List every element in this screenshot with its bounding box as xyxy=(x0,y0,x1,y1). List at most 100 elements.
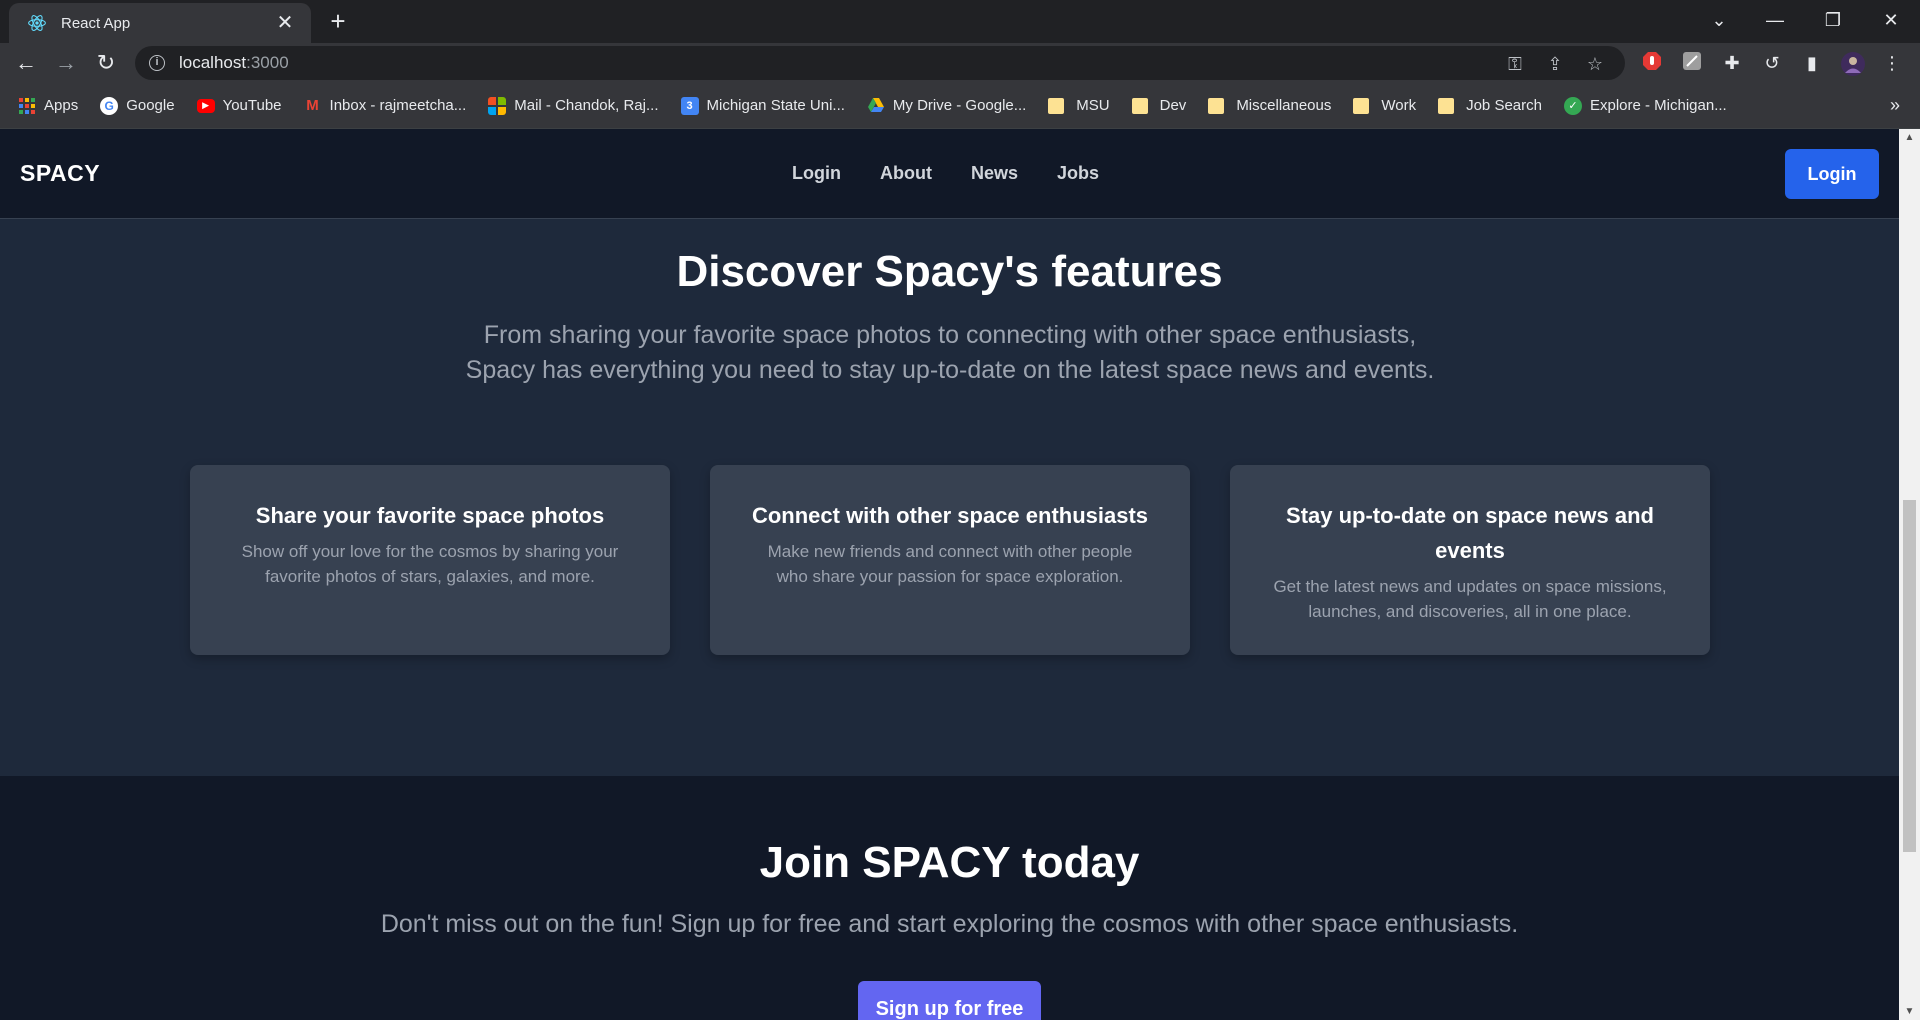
brand-logo[interactable]: SPACY xyxy=(20,160,100,187)
address-bar[interactable]: i localhost:3000 ⚿ ⇪ ☆ xyxy=(135,46,1625,80)
window-close-icon[interactable]: ✕ xyxy=(1864,0,1918,40)
slash-tile-icon xyxy=(1683,52,1701,70)
bookmark-gmail[interactable]: M Inbox - rajmeetcha... xyxy=(304,97,467,115)
bookmark-apps[interactable]: Apps xyxy=(18,97,78,115)
scroll-up-arrow-icon[interactable]: ▲ xyxy=(1899,129,1920,146)
bookmark-label: Miscellaneous xyxy=(1236,97,1332,114)
bookmark-label: MSU xyxy=(1076,97,1110,114)
bookmark-label: Mail - Chandok, Raj... xyxy=(514,97,659,114)
bookmark-youtube[interactable]: ▶ YouTube xyxy=(196,97,282,114)
bookmarks-overflow-icon[interactable]: » xyxy=(1890,95,1900,116)
bookmark-label: YouTube xyxy=(222,97,282,114)
feature-card-title: Share your favorite space photos xyxy=(255,503,605,528)
nav-link-jobs[interactable]: Jobs xyxy=(1057,163,1099,184)
tab-search-chevron-icon[interactable]: ⌄ xyxy=(1692,0,1746,40)
feature-card-text: Show off your love for the cosmos by sha… xyxy=(241,542,619,586)
avatar-icon xyxy=(1841,52,1865,76)
feature-card-title: Stay up-to-date on space news and events xyxy=(1286,503,1654,563)
scroll-down-arrow-icon[interactable]: ▼ xyxy=(1899,1003,1920,1020)
stop-hand-icon xyxy=(1643,52,1661,70)
url-port: :3000 xyxy=(246,53,289,72)
folder-icon xyxy=(1131,97,1148,114)
bookmark-label: Work xyxy=(1381,97,1417,114)
feature-card-text: Make new friends and connect with other … xyxy=(767,542,1133,586)
extension-tile-icon[interactable] xyxy=(1680,51,1704,75)
bookmark-label: Michigan State Uni... xyxy=(706,97,845,114)
bookmark-michigan-state[interactable]: 3 Michigan State Uni... xyxy=(680,96,845,115)
feature-card-news: Stay up-to-date on space news and events… xyxy=(1230,465,1710,655)
nav-links: Login About News Jobs xyxy=(792,163,1138,184)
gmail-icon: M xyxy=(306,97,319,114)
signup-button[interactable]: Sign up for free xyxy=(858,981,1041,1020)
drive-icon xyxy=(867,97,884,112)
browser-tab-bar: React App ✕ + ⌄ — ❐ ✕ xyxy=(0,0,1920,43)
feature-card-text: Get the latest news and updates on space… xyxy=(1273,577,1667,621)
feature-card-title: Connect with other space enthusiasts xyxy=(751,503,1149,528)
bookmark-folder-dev[interactable]: Dev xyxy=(1131,97,1186,114)
nav-link-news[interactable]: News xyxy=(971,163,1018,184)
features-subtitle-line: Spacy has everything you need to stay up… xyxy=(465,356,1435,384)
folder-icon xyxy=(1353,97,1370,114)
features-subtitle-line: From sharing your favorite space photos … xyxy=(483,321,1417,349)
bookmark-label: Inbox - rajmeetcha... xyxy=(329,97,467,114)
bookmark-google[interactable]: G Google xyxy=(100,96,175,115)
bookmark-folder-miscellaneous[interactable]: Miscellaneous xyxy=(1208,97,1331,114)
key-icon[interactable]: ⚿ xyxy=(1503,52,1527,76)
tab-title: React App xyxy=(61,14,131,32)
bookmark-outlook-mail[interactable]: Mail - Chandok, Raj... xyxy=(488,96,659,115)
site-navbar: SPACY Login About News Jobs Login xyxy=(0,129,1899,219)
nav-link-login[interactable]: Login xyxy=(792,163,841,184)
bookmark-label: My Drive - Google... xyxy=(892,97,1027,114)
folder-icon xyxy=(1048,97,1065,114)
profile-avatar[interactable] xyxy=(1840,51,1865,76)
browser-toolbar: ← → ↻ i localhost:3000 ⚿ ⇪ ☆ ✚ ↺ ▮ ⋮ xyxy=(0,43,1920,83)
bookmark-folder-job-search[interactable]: Job Search xyxy=(1438,97,1542,114)
bookmark-label: Explore - Michigan... xyxy=(1589,97,1727,114)
bookmark-label: Google xyxy=(126,97,175,114)
site-info-icon[interactable]: i xyxy=(149,55,165,71)
nav-link-about[interactable]: About xyxy=(880,163,932,184)
kebab-menu-icon[interactable]: ⋮ xyxy=(1880,51,1904,75)
folder-icon xyxy=(1438,97,1455,114)
page-viewport: SPACY Login About News Jobs Login Discov… xyxy=(0,129,1899,1020)
bookmark-folder-msu[interactable]: MSU xyxy=(1048,97,1110,114)
side-panel-icon[interactable]: ▮ xyxy=(1800,51,1824,75)
adblock-extension-icon[interactable] xyxy=(1640,51,1664,75)
google-icon: G xyxy=(100,96,119,115)
features-section: Discover Spacy's features From sharing y… xyxy=(0,219,1899,776)
minimize-icon[interactable]: — xyxy=(1748,0,1802,40)
login-button[interactable]: Login xyxy=(1785,149,1879,199)
youtube-icon: ▶ xyxy=(196,98,215,113)
url-host: localhost xyxy=(179,53,247,72)
puzzle-extensions-icon[interactable]: ✚ xyxy=(1720,51,1744,75)
join-section: Join SPACY today Don't miss out on the f… xyxy=(0,776,1899,1020)
features-title: Discover Spacy's features xyxy=(676,247,1223,296)
bookmark-explore-michigan[interactable]: ✓ Explore - Michigan... xyxy=(1563,96,1727,115)
reload-icon[interactable]: ↻ xyxy=(90,47,122,79)
browser-tab[interactable]: React App ✕ xyxy=(9,3,311,43)
react-logo-icon xyxy=(28,15,46,31)
forward-arrow-icon[interactable]: → xyxy=(50,47,82,79)
calendar-icon: 3 xyxy=(680,96,699,115)
back-arrow-icon[interactable]: ← xyxy=(10,47,42,79)
bookmark-label: Job Search xyxy=(1466,97,1542,114)
bookmark-folder-work[interactable]: Work xyxy=(1353,97,1416,114)
page-scrollbar[interactable]: ▲ ▼ xyxy=(1899,129,1920,1020)
sync-icon[interactable]: ↺ xyxy=(1760,51,1784,75)
bookmark-star-icon[interactable]: ☆ xyxy=(1583,52,1607,76)
microsoft-icon xyxy=(488,96,507,115)
tab-close-icon[interactable]: ✕ xyxy=(273,11,297,35)
restore-icon[interactable]: ❐ xyxy=(1806,0,1860,40)
share-icon[interactable]: ⇪ xyxy=(1543,52,1567,76)
new-tab-button[interactable]: + xyxy=(322,6,354,38)
join-subtitle: Don't miss out on the fun! Sign up for f… xyxy=(380,910,1519,938)
bookmark-google-drive[interactable]: My Drive - Google... xyxy=(867,97,1026,115)
features-subtitle: From sharing your favorite space photos … xyxy=(400,318,1500,388)
join-title: Join SPACY today xyxy=(759,838,1140,887)
feature-card-connect: Connect with other space enthusiasts Mak… xyxy=(710,465,1190,655)
scrollbar-thumb[interactable] xyxy=(1903,500,1916,852)
bookmark-label: Apps xyxy=(44,97,79,114)
bookmarks-bar: Apps G Google ▶ YouTube M Inbox - rajmee… xyxy=(0,83,1920,129)
apps-grid-icon xyxy=(19,97,35,114)
feature-card-photos: Share your favorite space photos Show of… xyxy=(190,465,670,655)
